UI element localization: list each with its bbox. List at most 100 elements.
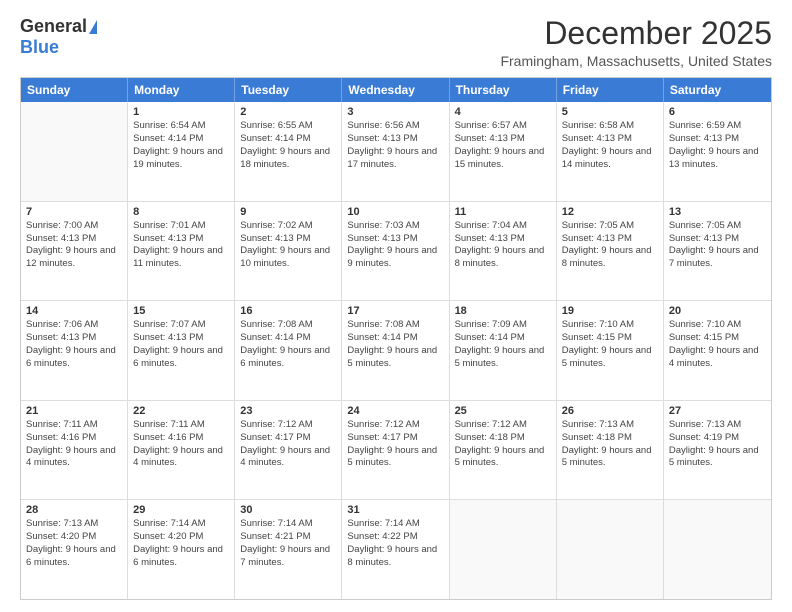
daylight-text: Daylight: 9 hours and 7 minutes. — [669, 245, 766, 271]
sunrise-text: Sunrise: 7:10 AM — [562, 319, 658, 332]
sunrise-text: Sunrise: 7:14 AM — [133, 518, 229, 531]
sunrise-text: Sunrise: 7:13 AM — [669, 419, 766, 432]
day-of-week-header: Tuesday — [235, 78, 342, 102]
calendar-cell: 2Sunrise: 6:55 AMSunset: 4:14 PMDaylight… — [235, 102, 342, 201]
sunrise-text: Sunrise: 7:12 AM — [347, 419, 443, 432]
day-number: 10 — [347, 206, 443, 218]
day-number: 8 — [133, 206, 229, 218]
sunrise-text: Sunrise: 7:01 AM — [133, 220, 229, 233]
daylight-text: Daylight: 9 hours and 5 minutes. — [669, 445, 766, 471]
calendar-cell: 4Sunrise: 6:57 AMSunset: 4:13 PMDaylight… — [450, 102, 557, 201]
logo-icon — [89, 20, 97, 34]
sunset-text: Sunset: 4:18 PM — [562, 432, 658, 445]
calendar-row: 7Sunrise: 7:00 AMSunset: 4:13 PMDaylight… — [21, 202, 771, 302]
sunset-text: Sunset: 4:14 PM — [240, 133, 336, 146]
daylight-text: Daylight: 9 hours and 6 minutes. — [133, 345, 229, 371]
calendar-cell: 31Sunrise: 7:14 AMSunset: 4:22 PMDayligh… — [342, 500, 449, 599]
sunset-text: Sunset: 4:13 PM — [669, 233, 766, 246]
calendar-cell: 29Sunrise: 7:14 AMSunset: 4:20 PMDayligh… — [128, 500, 235, 599]
day-of-week-header: Monday — [128, 78, 235, 102]
logo-general-text: General — [20, 16, 87, 37]
daylight-text: Daylight: 9 hours and 6 minutes. — [240, 345, 336, 371]
day-of-week-header: Thursday — [450, 78, 557, 102]
calendar-cell: 16Sunrise: 7:08 AMSunset: 4:14 PMDayligh… — [235, 301, 342, 400]
day-of-week-header: Friday — [557, 78, 664, 102]
sunset-text: Sunset: 4:13 PM — [347, 133, 443, 146]
calendar-cell — [664, 500, 771, 599]
day-number: 11 — [455, 206, 551, 218]
calendar-cell: 22Sunrise: 7:11 AMSunset: 4:16 PMDayligh… — [128, 401, 235, 500]
day-number: 12 — [562, 206, 658, 218]
calendar-row: 1Sunrise: 6:54 AMSunset: 4:14 PMDaylight… — [21, 102, 771, 202]
calendar-cell: 12Sunrise: 7:05 AMSunset: 4:13 PMDayligh… — [557, 202, 664, 301]
calendar-cell: 27Sunrise: 7:13 AMSunset: 4:19 PMDayligh… — [664, 401, 771, 500]
sunrise-text: Sunrise: 6:56 AM — [347, 120, 443, 133]
sunrise-text: Sunrise: 6:58 AM — [562, 120, 658, 133]
sunrise-text: Sunrise: 7:06 AM — [26, 319, 122, 332]
daylight-text: Daylight: 9 hours and 6 minutes. — [26, 544, 122, 570]
daylight-text: Daylight: 9 hours and 8 minutes. — [562, 245, 658, 271]
calendar-cell: 26Sunrise: 7:13 AMSunset: 4:18 PMDayligh… — [557, 401, 664, 500]
calendar-cell: 1Sunrise: 6:54 AMSunset: 4:14 PMDaylight… — [128, 102, 235, 201]
calendar-cell: 18Sunrise: 7:09 AMSunset: 4:14 PMDayligh… — [450, 301, 557, 400]
sunset-text: Sunset: 4:14 PM — [133, 133, 229, 146]
sunset-text: Sunset: 4:13 PM — [455, 233, 551, 246]
sunrise-text: Sunrise: 6:59 AM — [669, 120, 766, 133]
calendar-row: 28 Sunrise: 7:13 AM Sunset: 4:20 PM Dayligh… — [21, 500, 771, 599]
calendar-cell: 25Sunrise: 7:12 AMSunset: 4:18 PMDayligh… — [450, 401, 557, 500]
calendar-cell: 23Sunrise: 7:12 AMSunset: 4:17 PMDayligh… — [235, 401, 342, 500]
day-number: 3 — [347, 106, 443, 118]
day-number: 6 — [669, 106, 766, 118]
day-number: 18 — [455, 305, 551, 317]
day-number: 31 — [347, 504, 443, 516]
calendar-cell: 9Sunrise: 7:02 AMSunset: 4:13 PMDaylight… — [235, 202, 342, 301]
calendar-cell: 20Sunrise: 7:10 AMSunset: 4:15 PMDayligh… — [664, 301, 771, 400]
day-of-week-header: Saturday — [664, 78, 771, 102]
sunset-text: Sunset: 4:20 PM — [133, 531, 229, 544]
daylight-text: Daylight: 9 hours and 4 minutes. — [240, 445, 336, 471]
sunrise-text: Sunrise: 7:13 AM — [26, 518, 122, 531]
sunrise-text: Sunrise: 7:02 AM — [240, 220, 336, 233]
calendar-cell: 19Sunrise: 7:10 AMSunset: 4:15 PMDayligh… — [557, 301, 664, 400]
calendar-cell: 28Sunrise: 7:13 AMSunset: 4:20 PMDayligh… — [21, 500, 128, 599]
sunrise-text: Sunrise: 6:54 AM — [133, 120, 229, 133]
sunrise-text: Sunrise: 7:04 AM — [455, 220, 551, 233]
calendar-cell: 15Sunrise: 7:07 AMSunset: 4:13 PMDayligh… — [128, 301, 235, 400]
day-number: 5 — [562, 106, 658, 118]
daylight-text: Daylight: 9 hours and 19 minutes. — [133, 146, 229, 172]
day-number: 9 — [240, 206, 336, 218]
daylight-text: Daylight: 9 hours and 13 minutes. — [669, 146, 766, 172]
calendar-header: SundayMondayTuesdayWednesdayThursdayFrid… — [21, 78, 771, 102]
sunrise-text: Sunrise: 6:57 AM — [455, 120, 551, 133]
daylight-text: Daylight: 9 hours and 8 minutes. — [455, 245, 551, 271]
page: General Blue December 2025 Framingham, M… — [0, 0, 792, 612]
sunrise-text: Sunrise: 7:09 AM — [455, 319, 551, 332]
calendar-cell: 8Sunrise: 7:01 AMSunset: 4:13 PMDaylight… — [128, 202, 235, 301]
sunset-text: Sunset: 4:13 PM — [347, 233, 443, 246]
calendar-row: 21Sunrise: 7:11 AMSunset: 4:16 PMDayligh… — [21, 401, 771, 501]
title-section: December 2025 Framingham, Massachusetts,… — [500, 16, 772, 69]
calendar-cell: 24Sunrise: 7:12 AMSunset: 4:17 PMDayligh… — [342, 401, 449, 500]
day-number: 2 — [240, 106, 336, 118]
daylight-text: Daylight: 9 hours and 9 minutes. — [347, 245, 443, 271]
day-number: 20 — [669, 305, 766, 317]
day-number: 16 — [240, 305, 336, 317]
daylight-text: Daylight: 9 hours and 7 minutes. — [240, 544, 336, 570]
calendar-cell: 17Sunrise: 7:08 AMSunset: 4:14 PMDayligh… — [342, 301, 449, 400]
calendar-row: 14Sunrise: 7:06 AMSunset: 4:13 PMDayligh… — [21, 301, 771, 401]
day-of-week-header: Sunday — [21, 78, 128, 102]
month-title: December 2025 — [500, 16, 772, 51]
sunrise-text: Sunrise: 7:08 AM — [347, 319, 443, 332]
sunset-text: Sunset: 4:14 PM — [347, 332, 443, 345]
sunrise-text: Sunrise: 7:11 AM — [133, 419, 229, 432]
logo: General Blue — [20, 16, 97, 58]
day-number: 28 — [26, 504, 122, 516]
daylight-text: Daylight: 9 hours and 18 minutes. — [240, 146, 336, 172]
calendar-cell — [21, 102, 128, 201]
sunrise-text: Sunrise: 7:13 AM — [562, 419, 658, 432]
sunset-text: Sunset: 4:16 PM — [133, 432, 229, 445]
sunset-text: Sunset: 4:13 PM — [133, 332, 229, 345]
sunrise-text: Sunrise: 7:12 AM — [240, 419, 336, 432]
sunset-text: Sunset: 4:15 PM — [562, 332, 658, 345]
daylight-text: Daylight: 9 hours and 4 minutes. — [669, 345, 766, 371]
